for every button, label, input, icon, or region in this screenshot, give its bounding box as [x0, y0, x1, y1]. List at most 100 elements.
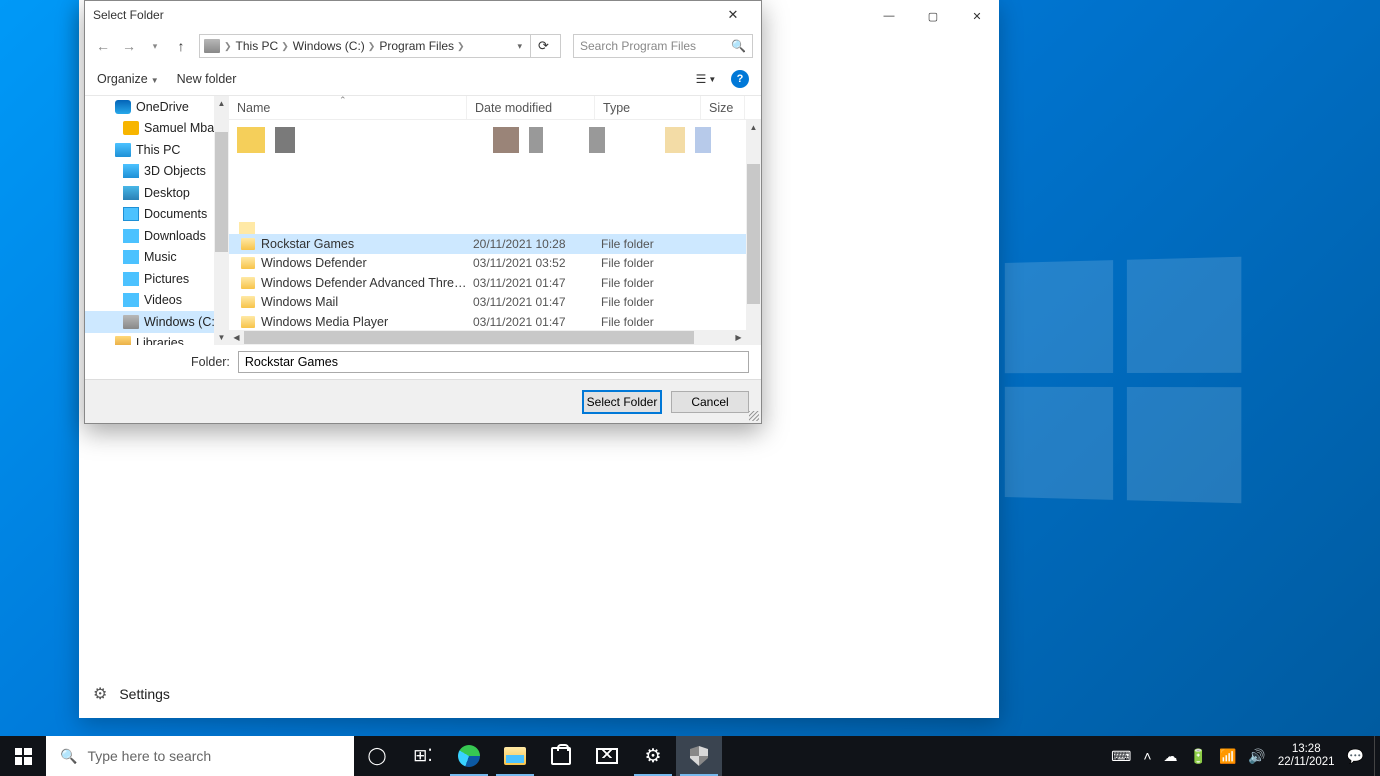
navigation-tree: OneDriveSamuel MbanascThis PC3D ObjectsD…	[85, 96, 229, 345]
list-hscrollbar[interactable]: ◀ ▶	[229, 330, 746, 345]
cortana-button[interactable]: ◯	[354, 736, 400, 776]
windows-logo-wallpaper	[1005, 257, 1242, 503]
nav-back-button[interactable]: ←	[91, 34, 115, 58]
onedrive-tray-icon[interactable]: ☁	[1164, 748, 1178, 765]
nav-forward-button[interactable]: →	[117, 34, 141, 58]
nav-recent-dropdown[interactable]: ▾	[143, 34, 167, 58]
pic-icon	[123, 272, 139, 286]
column-type[interactable]: Type	[595, 96, 701, 119]
mail-taskbar-icon[interactable]	[584, 736, 630, 776]
select-folder-button[interactable]: Select Folder	[583, 391, 661, 413]
folder-icon	[204, 39, 220, 53]
bg-settings-label[interactable]: Settings	[119, 686, 170, 702]
scroll-right-icon[interactable]: ▶	[731, 330, 746, 345]
breadcrumb-drive[interactable]: Windows (C:)❯	[293, 39, 376, 53]
dialog-title: Select Folder	[93, 8, 164, 22]
scroll-up-icon[interactable]: ▲	[214, 96, 229, 111]
tree-item-samuel-mbanasc[interactable]: Samuel Mbanasc	[85, 118, 229, 140]
start-button[interactable]	[0, 736, 46, 776]
tree-item-this-pc[interactable]: This PC	[85, 139, 229, 161]
battery-tray-icon[interactable]: 🔋	[1190, 748, 1207, 765]
nav-up-button[interactable]: ↑	[169, 34, 193, 58]
tree-item-windows-c-[interactable]: Windows (C:)	[85, 311, 229, 333]
column-name[interactable]: Name⌃	[229, 96, 467, 119]
list-scrollbar[interactable]: ▲ ▼	[746, 120, 761, 345]
search-input[interactable]: Search Program Files 🔍	[573, 34, 753, 58]
folder-icon	[504, 747, 526, 765]
explorer-taskbar-icon[interactable]	[492, 736, 538, 776]
clock-date: 22/11/2021	[1278, 756, 1335, 769]
show-desktop-button[interactable]	[1374, 736, 1380, 776]
search-placeholder: Search Program Files	[580, 39, 696, 53]
tree-item-libraries[interactable]: Libraries	[85, 333, 229, 346]
scroll-thumb[interactable]	[747, 164, 760, 304]
organize-menu[interactable]: Organize▼	[97, 72, 159, 86]
breadcrumb-this-pc[interactable]: This PC❯	[236, 39, 289, 53]
windows-logo-icon	[15, 748, 32, 765]
column-date[interactable]: Date modified	[467, 96, 595, 119]
store-taskbar-icon[interactable]	[538, 736, 584, 776]
tree-item-3d-objects[interactable]: 3D Objects	[85, 161, 229, 183]
folder-icon	[239, 222, 255, 234]
folder-label: Folder:	[191, 355, 230, 369]
task-view-button[interactable]: ⊞⁚	[400, 736, 446, 776]
dialog-titlebar[interactable]: Select Folder ✕	[85, 1, 761, 29]
gear-icon[interactable]: ⚙	[93, 684, 107, 704]
tree-item-videos[interactable]: Videos	[85, 290, 229, 312]
list-row[interactable]: Windows Defender03/11/2021 03:52File fol…	[229, 254, 761, 274]
address-dropdown[interactable]: ▾	[517, 41, 522, 52]
refresh-button[interactable]: ⟳	[530, 34, 556, 58]
security-taskbar-icon[interactable]	[676, 736, 722, 776]
sort-indicator-icon: ⌃	[339, 95, 347, 106]
volume-tray-icon[interactable]: 🔊	[1248, 748, 1265, 765]
list-row[interactable]: Windows Media Player03/11/2021 01:47File…	[229, 312, 761, 332]
video-icon	[123, 293, 139, 307]
search-icon: 🔍	[60, 748, 77, 765]
breadcrumb-program-files[interactable]: Program Files❯	[379, 39, 464, 53]
folder-name-input[interactable]	[238, 351, 749, 373]
close-button[interactable]: ✕	[713, 1, 753, 29]
taskbar: 🔍 Type here to search ◯ ⊞⁚ ⚙ ⌨ ˄ ☁ 🔋 📶 🔊…	[0, 736, 1380, 776]
list-row[interactable]: Windows Mail03/11/2021 01:47File folder	[229, 293, 761, 313]
taskbar-search[interactable]: 🔍 Type here to search	[46, 736, 354, 776]
chevron-right-icon[interactable]: ❯	[224, 41, 232, 52]
tree-item-desktop[interactable]: Desktop	[85, 182, 229, 204]
wifi-tray-icon[interactable]: 📶	[1219, 748, 1236, 765]
scroll-down-icon[interactable]: ▼	[214, 330, 229, 345]
edge-taskbar-icon[interactable]	[446, 736, 492, 776]
3d-icon	[123, 164, 139, 178]
settings-taskbar-icon[interactable]: ⚙	[630, 736, 676, 776]
address-bar[interactable]: ❯ This PC❯ Windows (C:)❯ Program Files❯ …	[199, 34, 561, 58]
tree-item-documents[interactable]: Documents	[85, 204, 229, 226]
taskbar-search-placeholder: Type here to search	[87, 748, 211, 764]
cancel-button[interactable]: Cancel	[671, 391, 749, 413]
scroll-thumb[interactable]	[215, 132, 228, 252]
scroll-up-icon[interactable]: ▲	[746, 120, 761, 135]
music-icon	[123, 250, 139, 264]
tray-overflow-icon[interactable]: ˄	[1143, 748, 1151, 764]
scroll-left-icon[interactable]: ◀	[229, 330, 244, 345]
column-size[interactable]: Size	[701, 96, 745, 119]
tree-item-downloads[interactable]: Downloads	[85, 225, 229, 247]
folder-icon	[241, 296, 255, 308]
keyboard-tray-icon[interactable]: ⌨	[1111, 748, 1131, 765]
edge-icon	[458, 745, 480, 767]
tree-item-music[interactable]: Music	[85, 247, 229, 269]
tree-item-pictures[interactable]: Pictures	[85, 268, 229, 290]
hscroll-thumb[interactable]	[244, 331, 694, 344]
list-row[interactable]: Windows Defender Advanced Threat Pro...0…	[229, 273, 761, 293]
tree-scrollbar[interactable]: ▲ ▼	[214, 96, 229, 345]
taskbar-clock[interactable]: 13:28 22/11/2021	[1278, 743, 1335, 769]
onedrive-icon	[115, 100, 131, 114]
tree-item-onedrive[interactable]: OneDrive	[85, 96, 229, 118]
resize-grip[interactable]	[749, 411, 759, 421]
new-folder-button[interactable]: New folder	[177, 72, 237, 86]
search-icon[interactable]: 🔍	[731, 39, 746, 53]
view-options-button[interactable]: ☰ ▼	[691, 68, 721, 90]
loading-placeholder	[229, 120, 761, 160]
notifications-tray-icon[interactable]: 💬	[1347, 748, 1364, 765]
mail-icon	[596, 748, 618, 764]
list-row[interactable]: Rockstar Games20/11/2021 10:28File folde…	[229, 234, 761, 254]
store-icon	[551, 747, 571, 765]
help-button[interactable]: ?	[731, 70, 749, 88]
